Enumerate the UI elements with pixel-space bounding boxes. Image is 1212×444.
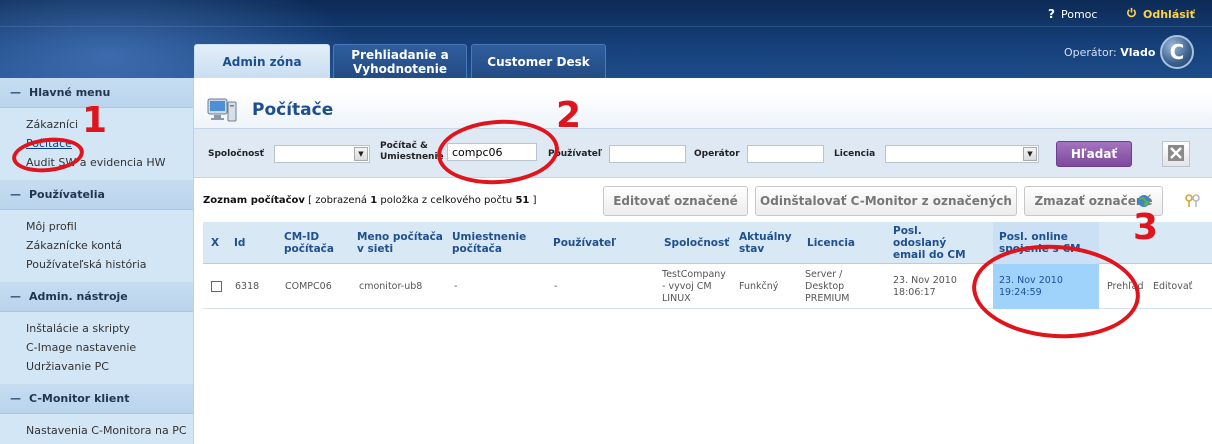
search-button[interactable]: Hľadať [1056,141,1132,167]
operator-name: Vlado [1120,46,1156,59]
sidebar-item-cmonitor-settings[interactable]: Nastavenia C-Monitora na PC [26,421,193,440]
uninstall-cmonitor-button[interactable]: Odinštalovať C-Monitor z označených [755,186,1017,216]
app-logo: C [1160,35,1194,69]
collapse-dash-icon[interactable]: — [10,188,21,201]
col-header-user[interactable]: Používateľ [553,222,616,264]
col-header-license[interactable]: Licencia [807,222,855,264]
cell-company: TestCompany - vyvoj CM LINUX [662,268,726,304]
help-link[interactable]: ? Pomoc [1048,7,1097,21]
cell-user: - [554,280,558,292]
annotation-number-2: 2 [556,95,582,136]
logout-label: Odhlásiť [1143,7,1195,21]
sidebar-item-installs-scripts[interactable]: Inštalácie a skripty [26,319,193,338]
chevron-down-icon: ▼ [1023,147,1037,161]
edit-link[interactable]: Editovať [1153,264,1192,309]
operator-filter-label: Operátor [694,149,740,159]
cell-id: 6318 [235,280,260,292]
list-caption: Zoznam počítačov [ zobrazená 1 položka z… [203,195,537,206]
operator-info: Operátor: Vlado [1064,46,1156,59]
tab-admin-zone[interactable]: Admin zóna [194,44,330,78]
col-header-last-email[interactable]: Posl. odoslaný email do CM [893,222,977,264]
sidebar-item-customer-accounts[interactable]: Zákaznícke kontá [26,236,193,255]
row-checkbox[interactable] [211,281,222,292]
filter-bar: Spoločnosť ▼ Počítač & Umiestnenie Použí… [194,128,1212,178]
company-filter-label: Spoločnosť [208,149,264,159]
sidebar-section-admin-tools: — Admin. nástroje [0,282,193,312]
excel-export-button[interactable] [1162,141,1190,167]
cell-name: cmonitor-ub8 [359,280,423,292]
chevron-down-icon: ▼ [354,147,368,161]
annotation-number-1: 1 [82,100,108,141]
computer-icon [206,96,238,124]
excel-icon [1167,144,1185,165]
power-icon [1126,7,1137,21]
col-header-select: X [211,237,220,249]
sidebar-section-users: — Používatelia [0,180,193,210]
annotation-number-3: 3 [1133,207,1159,248]
keys-icon[interactable] [1185,194,1201,208]
col-header-location[interactable]: Umiestnenie počítača [452,222,544,264]
col-header-name[interactable]: Meno počítača v sieti [357,222,445,264]
operator-input[interactable] [747,145,824,163]
globe-icon[interactable] [1137,194,1151,208]
sidebar-item-pc-maintenance[interactable]: Udržiavanie PC [26,357,193,376]
cell-license: Server / Desktop PREMIUM [805,268,850,304]
tab-browse-evaluate[interactable]: Prehliadanie a Vyhodnotenie [333,44,467,78]
collapse-dash-icon[interactable]: — [10,290,21,303]
collapse-dash-icon[interactable]: — [10,392,21,405]
user-input[interactable] [609,145,686,163]
computer-filter-label: Počítač & Umiestnenie [380,141,444,162]
col-header-status[interactable]: Aktuálny stav [739,222,799,264]
page-title-bar: Počítače [194,92,1212,128]
col-header-company[interactable]: Spoločnosť [664,222,729,264]
company-select[interactable]: ▼ [274,145,370,163]
help-label: Pomoc [1060,7,1098,21]
sidebar-item-cimage-settings[interactable]: C-Image nastavenie [26,338,193,357]
tab-customer-desk[interactable]: Customer Desk [471,44,606,78]
license-select[interactable]: ▼ [885,145,1039,163]
cell-last-email: 23. Nov 2010 18:06:17 [893,274,957,298]
cell-status: Funkčný [739,280,779,292]
sidebar-item-customers[interactable]: Zákazníci [26,115,193,134]
cell-cm-id: COMPC06 [285,280,332,292]
edit-selected-button[interactable]: Editovať označené [603,186,748,216]
sidebar-item-user-history[interactable]: Používateľská história [26,255,193,274]
col-header-id[interactable]: Id [234,222,245,264]
page-title: Počítače [252,100,334,120]
top-header: ? Pomoc Odhlásiť Admin zóna Prehliadanie… [0,0,1212,78]
sidebar-section-cmonitor-client: — C-Monitor klient [0,384,193,414]
collapse-dash-icon[interactable]: — [10,86,21,99]
license-filter-label: Licencia [834,149,876,159]
cell-location: - [454,280,458,292]
question-icon: ? [1048,7,1055,21]
sidebar-item-my-profile[interactable]: Môj profil [26,217,193,236]
col-header-cm-id[interactable]: CM-ID počítača [284,222,344,264]
logout-link[interactable]: Odhlásiť [1126,7,1195,21]
